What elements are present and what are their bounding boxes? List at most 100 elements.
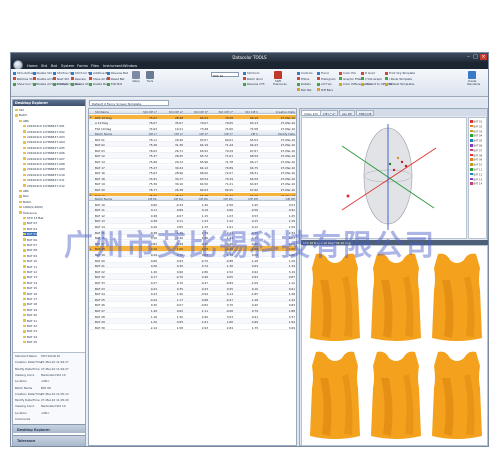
ribbon-col8-item-2[interactable]: Details bbox=[297, 82, 311, 86]
column-header[interactable]: CIE DE bbox=[261, 197, 295, 201]
tree-item[interactable]: 20100419 1CHN8437-007 bbox=[23, 157, 65, 161]
color-space-3d-plot[interactable] bbox=[301, 117, 467, 239]
tree-item[interactable]: BAT 24 bbox=[23, 335, 37, 339]
column-header[interactable]: Std CIE b* bbox=[186, 110, 208, 114]
column-header[interactable]: Std CIE L* bbox=[135, 110, 157, 114]
legend-entry[interactable]: BAT 11 bbox=[470, 168, 482, 171]
legend-entry[interactable]: BAT 03 bbox=[470, 129, 482, 133]
column-header[interactable]: Std CIE C* bbox=[211, 110, 233, 114]
view-tab[interactable]: Video Info bbox=[301, 110, 322, 116]
ribbon-col12-item-0[interactable]: Print Org Template bbox=[385, 71, 415, 75]
tree-item[interactable]: BAT 23 bbox=[23, 329, 37, 333]
column-header[interactable]: CIE a* bbox=[161, 132, 183, 136]
legend-entry[interactable]: BAT 10 bbox=[470, 163, 482, 166]
ribbon-col5-item-2[interactable]: Delete Bat bbox=[89, 82, 108, 86]
legend-entry[interactable]: BAT 08 bbox=[470, 153, 482, 157]
table-row[interactable]: BAT 24 0.43 1.40 -0.94 0.14 -1.85 1.48 bbox=[89, 291, 296, 297]
illuminant-select[interactable]: D65 10 bbox=[211, 72, 239, 78]
column-header[interactable]: Std Name bbox=[95, 110, 133, 114]
table-row[interactable]: BAT 10 0.60 -0.34 1.40 -2.56 2.45 0.53 bbox=[89, 202, 296, 207]
tree-item[interactable]: 20100419 1CHN8437-010 bbox=[23, 173, 65, 177]
table-row[interactable]: BAT 03 76.02 26.71 65.02 70.29 67.67 27-Mar-10 bbox=[89, 148, 296, 153]
table-row[interactable]: BAT 28 1.16 1.30 2.90 3.03 0.91 3.37 bbox=[89, 314, 296, 319]
table-row[interactable]: BAT 12 0.48 -0.07 1.15 1.03 0.53 1.25 bbox=[89, 213, 296, 218]
ribbon-col9-item-3[interactable]: Diff Bars bbox=[317, 88, 333, 92]
tree-item[interactable]: BAT 14 bbox=[23, 281, 37, 285]
column-header[interactable]: CIE DC bbox=[211, 197, 233, 201]
ribbon-col11-item-0[interactable]: D Grad bbox=[361, 71, 375, 75]
column-header[interactable]: CIE L* bbox=[135, 132, 157, 136]
table-row[interactable]: BAT 19 75.36 30.16 64.50 71.21 64.93 27-Mar-10 bbox=[89, 181, 296, 187]
tree-item[interactable]: 20100419 1CHN8437-011 bbox=[23, 178, 65, 182]
column-header[interactable]: CIE Db bbox=[186, 197, 208, 201]
menu-window[interactable]: Window bbox=[123, 64, 137, 68]
ribbon-col12-item-2[interactable]: Default Templates bbox=[385, 82, 414, 86]
tree-item[interactable]: BAT 15 bbox=[23, 286, 37, 290]
ribbon-col8-item-3[interactable]: Bat Tab bbox=[297, 88, 311, 92]
tree-item[interactable]: BAT 19 bbox=[23, 308, 37, 312]
table-row[interactable]: BAT 01 76.11 29.46 63.07 69.61 65.04 27-Mar-10 bbox=[89, 137, 296, 142]
tree-item[interactable]: Red bbox=[19, 194, 29, 198]
legend-entry[interactable]: BAT 09 bbox=[470, 158, 482, 162]
ribbon-col3-item-1[interactable]: Next Std bbox=[53, 77, 69, 81]
column-header[interactable]: Creation Date bbox=[261, 110, 295, 114]
column-header[interactable]: Batch Name bbox=[95, 132, 133, 136]
tree-item[interactable]: BAT 25 bbox=[23, 340, 37, 344]
view-tab[interactable]: CIE L* a* bbox=[320, 110, 339, 116]
tree-item[interactable]: 20100419 1CHN8437-012 bbox=[23, 184, 65, 188]
table-row[interactable]: BAT 27 1.49 0.62 1.11 -0.06 0.79 1.88 bbox=[89, 308, 296, 314]
tree-item[interactable]: ABC bbox=[19, 189, 29, 193]
table-row[interactable]: BAT 29 1.20 0.95 1.61 1.66 0.99 1.94 bbox=[89, 319, 296, 325]
table-row[interactable]: A 10 Deg 76.07 35.67 70.07 79.65 63.13 27-Mar-… bbox=[89, 120, 296, 126]
tree-item[interactable]: STD 15 Bat bbox=[23, 216, 43, 220]
ribbon-big2-button[interactable]: Tools bbox=[145, 71, 155, 83]
table-row[interactable]: BAT 23 0.22 0.35 0.43 0.55 0.10 0.61 bbox=[89, 285, 296, 291]
column-header[interactable]: Std CIE h bbox=[236, 110, 258, 114]
ribbon-col1-item-1[interactable]: Batches Std bbox=[13, 77, 34, 81]
ribbon-col6-item-0[interactable]: Reverse Bat bbox=[107, 71, 128, 75]
legend-entry[interactable]: BAT 01 bbox=[470, 120, 482, 123]
table-row[interactable]: BAT 32 0.17 -0.70 0.46 0.05 0.93 0.87 bbox=[89, 274, 296, 280]
ribbon-col4-item-1[interactable]: Rescale bbox=[71, 77, 86, 81]
tree-item[interactable]: 20100419 1CHN8437-003 bbox=[23, 135, 65, 139]
tree-item[interactable]: BAT 11 bbox=[23, 265, 37, 269]
view-tab[interactable]: ALL DE bbox=[339, 110, 355, 116]
table-row[interactable]: BAT 16 75.63 28.96 66.00 72.07 66.31 27-Mar-10 bbox=[89, 170, 296, 176]
tree-item[interactable]: BAT 13 bbox=[23, 275, 37, 279]
minimize-button[interactable]: – bbox=[465, 54, 472, 60]
column-header[interactable]: CIE C* bbox=[211, 132, 233, 136]
ribbon-big4-button[interactable]: Create Standards bbox=[467, 71, 480, 86]
tree-item[interactable]: BAT 12 bbox=[23, 270, 37, 274]
tree-item[interactable]: Batch bbox=[15, 113, 27, 117]
tree-item[interactable]: 20100419 1CHN8437-001 bbox=[23, 124, 65, 128]
table-row[interactable]: BAT 18 74.91 30.17 63.54 70.34 64.59 27-Mar-10 bbox=[89, 175, 296, 181]
column-header[interactable]: CIE DL bbox=[135, 197, 157, 201]
ribbon-col8-item-0[interactable]: Controls bbox=[297, 71, 313, 75]
ribbon-col9-item-2[interactable]: LCH Vis bbox=[317, 82, 332, 86]
close-button[interactable]: × bbox=[480, 54, 487, 60]
tree-item[interactable]: BAT 20 bbox=[23, 313, 37, 317]
maximize-button[interactable]: □ bbox=[472, 54, 479, 60]
menu-files[interactable]: Files bbox=[91, 64, 99, 68]
ribbon-col6-item-1[interactable]: Reset Bat bbox=[107, 77, 124, 81]
column-header[interactable]: CIE DH bbox=[236, 197, 258, 201]
document-tab[interactable]: Default 4 Fancy Screen Template bbox=[89, 100, 169, 106]
sample-shirt-image[interactable] bbox=[367, 348, 425, 443]
table-row[interactable]: BAT 22 1.20 0.66 2.86 2.52 0.92 3.19 bbox=[89, 269, 296, 274]
menu-forms[interactable]: Forms bbox=[77, 64, 88, 68]
table-row[interactable]: BAT 11 0.11 0.89 0.19 0.66 -0.56 0.92 bbox=[89, 207, 296, 213]
menu-bat[interactable]: Bat bbox=[51, 64, 57, 68]
column-header[interactable]: Batch Name bbox=[95, 197, 133, 201]
ribbon-col12-item-1[interactable]: I Panel Template bbox=[385, 77, 412, 81]
menu-std[interactable]: Std bbox=[41, 64, 47, 68]
ribbon-col9-item-0[interactable]: Trend bbox=[317, 71, 329, 75]
tree-item[interactable]: BAT 16 bbox=[23, 292, 37, 296]
view-tab[interactable]: FREQ DE bbox=[356, 110, 375, 116]
tree-item[interactable]: Std bbox=[15, 108, 24, 112]
table-row[interactable]: BAT 30 2.14 1.58 2.93 2.84 1.75 3.69 bbox=[89, 325, 296, 330]
ribbon-col7-item-2[interactable]: Reverse CTS bbox=[243, 82, 265, 86]
menu-instrument[interactable]: Instrument bbox=[103, 64, 123, 68]
tree-item[interactable]: 1000(0-4000) bbox=[19, 205, 43, 209]
table-row[interactable]: BAT 33 0.27 0.70 -0.47 -0.84 -1.09 1.12 bbox=[89, 280, 296, 286]
legend-entry[interactable]: BAT 02 bbox=[470, 124, 482, 128]
